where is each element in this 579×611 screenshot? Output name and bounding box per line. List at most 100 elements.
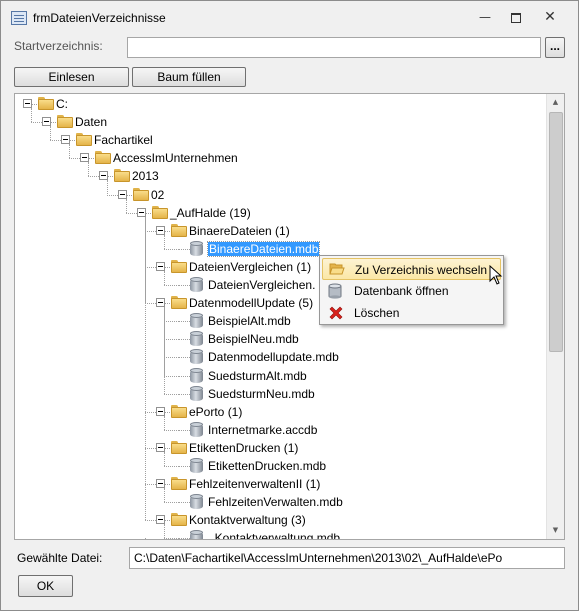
tree-folder-item[interactable]: 02 bbox=[15, 186, 545, 204]
database-file-icon bbox=[190, 494, 203, 510]
tree-file-item[interactable]: _Kontaktverwaltung.mdb bbox=[15, 529, 545, 540]
gewaehlte-datei-label: Gewählte Datei: bbox=[17, 551, 103, 565]
folder-icon bbox=[171, 259, 187, 273]
baum-fuellen-button[interactable]: Baum füllen bbox=[132, 67, 246, 87]
tree-folder-item[interactable]: C: bbox=[15, 95, 545, 113]
tree-file-item[interactable]: EtikettenDrucken.mdb bbox=[15, 457, 545, 475]
vertical-scrollbar[interactable]: ▲ ▼ bbox=[546, 94, 564, 539]
menu-item-datenbank-oeffnen[interactable]: Datenbank öffnen bbox=[322, 280, 501, 302]
tree-folder-label: _AufHalde (19) bbox=[170, 205, 251, 220]
close-icon[interactable]: ✕ bbox=[535, 7, 565, 27]
collapse-toggle-icon[interactable] bbox=[99, 171, 108, 181]
collapse-toggle-icon[interactable] bbox=[118, 189, 127, 199]
collapse-toggle-icon[interactable] bbox=[80, 153, 89, 163]
database-file-icon bbox=[190, 349, 203, 365]
folder-icon bbox=[152, 205, 168, 219]
menu-item-loeschen[interactable]: Löschen bbox=[322, 302, 501, 324]
restore-icon[interactable] bbox=[501, 7, 531, 27]
tree-folder-item[interactable]: Fachartikel bbox=[15, 131, 545, 149]
tree-folder-label: 2013 bbox=[132, 169, 159, 184]
folder-icon bbox=[171, 440, 187, 454]
collapse-toggle-icon[interactable] bbox=[23, 99, 32, 108]
tree-file-item[interactable]: SuedsturmAlt.mdb bbox=[15, 367, 545, 385]
scroll-up-arrow-icon[interactable]: ▲ bbox=[547, 94, 564, 111]
tree-folder-item[interactable]: ePorto (1) bbox=[15, 403, 545, 421]
tree-file-label: _Kontaktverwaltung.mdb bbox=[208, 531, 341, 540]
tree-folder-item[interactable]: BinaereDateien (1) bbox=[15, 222, 545, 240]
collapse-toggle-icon[interactable] bbox=[156, 225, 165, 235]
title-bar[interactable]: frmDateienVerzeichnisse — ✕ bbox=[1, 1, 578, 33]
tree-folder-item[interactable]: Kontaktverwaltung (3) bbox=[15, 511, 545, 529]
window-title: frmDateienVerzeichnisse bbox=[33, 11, 166, 25]
menu-item-label: Datenbank öffnen bbox=[354, 284, 449, 298]
tree-file-label: SuedsturmAlt.mdb bbox=[208, 368, 307, 383]
tree-folder-label: DatenmodellUpdate (5) bbox=[189, 296, 314, 311]
folder-icon bbox=[171, 513, 187, 527]
tree-folder-item[interactable]: Daten bbox=[15, 113, 545, 131]
tree-file-label: Datenmodellupdate.mdb bbox=[208, 350, 339, 365]
database-file-icon bbox=[190, 240, 203, 257]
folder-icon bbox=[171, 404, 187, 418]
menu-item-zu-verzeichnis-wechseln[interactable]: Zu Verzeichnis wechseln bbox=[322, 258, 501, 280]
tree-file-label: Internetmarke.accdb bbox=[208, 422, 318, 437]
tree-folder-item[interactable]: 2013 bbox=[15, 167, 545, 185]
collapse-toggle-icon[interactable] bbox=[156, 442, 165, 452]
tree-folder-item[interactable]: FehlzeitenverwaltenII (1) bbox=[15, 475, 545, 493]
collapse-toggle-icon[interactable] bbox=[137, 207, 146, 217]
tree-file-label: SuedsturmNeu.mdb bbox=[208, 386, 315, 401]
tree-file-item[interactable]: Datenmodellupdate.mdb bbox=[15, 348, 545, 366]
collapse-toggle-icon[interactable] bbox=[156, 261, 165, 271]
scroll-thumb[interactable] bbox=[549, 112, 563, 352]
tree-folder-label: FehlzeitenverwaltenII (1) bbox=[189, 477, 321, 492]
folder-icon bbox=[76, 133, 92, 147]
database-file-icon bbox=[190, 530, 203, 539]
tree-file-item[interactable]: Internetmarke.accdb bbox=[15, 421, 545, 439]
database-icon bbox=[328, 283, 342, 302]
gewaehlte-datei-input[interactable]: C:\Daten\Fachartikel\AccessImUnternehmen… bbox=[129, 547, 565, 569]
collapse-toggle-icon[interactable] bbox=[156, 406, 165, 416]
mouse-pointer-icon bbox=[489, 265, 503, 285]
scroll-down-arrow-icon[interactable]: ▼ bbox=[547, 522, 564, 539]
database-file-icon bbox=[190, 421, 203, 438]
tree-file-item[interactable]: FehlzeitenVerwalten.mdb bbox=[15, 493, 545, 511]
startverzeichnis-input[interactable] bbox=[127, 37, 541, 58]
tree-file-item[interactable]: BeispielNeu.mdb bbox=[15, 330, 545, 348]
menu-item-label: Zu Verzeichnis wechseln bbox=[355, 263, 488, 277]
database-file-icon bbox=[190, 385, 203, 402]
folder-icon bbox=[171, 296, 187, 310]
collapse-toggle-icon[interactable] bbox=[156, 515, 165, 525]
ok-button[interactable]: OK bbox=[18, 575, 73, 597]
tree-folder-label: AccessImUnternehmen bbox=[113, 151, 238, 166]
tree-folder-label: ePorto (1) bbox=[189, 404, 243, 419]
tree-folder-item[interactable]: EtikettenDrucken (1) bbox=[15, 439, 545, 457]
delete-x-icon bbox=[328, 305, 344, 324]
database-file-icon bbox=[190, 277, 203, 293]
collapse-toggle-icon[interactable] bbox=[156, 298, 165, 308]
folder-icon bbox=[114, 169, 130, 183]
tree-folder-label: Fachartikel bbox=[94, 133, 153, 148]
tree-folder-label: C: bbox=[56, 97, 68, 111]
minimize-icon[interactable]: — bbox=[470, 7, 500, 27]
database-file-icon bbox=[190, 458, 203, 474]
folder-icon bbox=[57, 115, 73, 129]
collapse-toggle-icon[interactable] bbox=[156, 479, 165, 489]
form-icon bbox=[11, 11, 27, 25]
tree-folder-label: DateienVergleichen (1) bbox=[189, 259, 312, 274]
einlesen-button[interactable]: Einlesen bbox=[14, 67, 129, 87]
tree-file-item[interactable]: SuedsturmNeu.mdb bbox=[15, 385, 545, 403]
browse-button[interactable]: ... bbox=[545, 37, 565, 58]
tree-file-label: BeispielAlt.mdb bbox=[208, 314, 291, 329]
tree-folder-item[interactable]: AccessImUnternehmen bbox=[15, 149, 545, 167]
tree-folder-label: EtikettenDrucken (1) bbox=[189, 440, 299, 455]
collapse-toggle-icon[interactable] bbox=[42, 117, 51, 127]
tree-folder-item[interactable]: _AufHalde (19) bbox=[15, 204, 545, 222]
folder-icon bbox=[171, 223, 187, 237]
folder-icon bbox=[38, 97, 54, 110]
tree-folder-label: Daten bbox=[75, 115, 108, 130]
tree-file-label: BinaereDateien.mdb bbox=[206, 240, 321, 257]
tree-folder-label: 02 bbox=[151, 187, 165, 202]
tree-folder-label: Kontaktverwaltung (3) bbox=[189, 513, 306, 528]
database-file-icon bbox=[190, 367, 203, 384]
database-file-icon bbox=[190, 313, 203, 329]
collapse-toggle-icon[interactable] bbox=[61, 135, 70, 145]
